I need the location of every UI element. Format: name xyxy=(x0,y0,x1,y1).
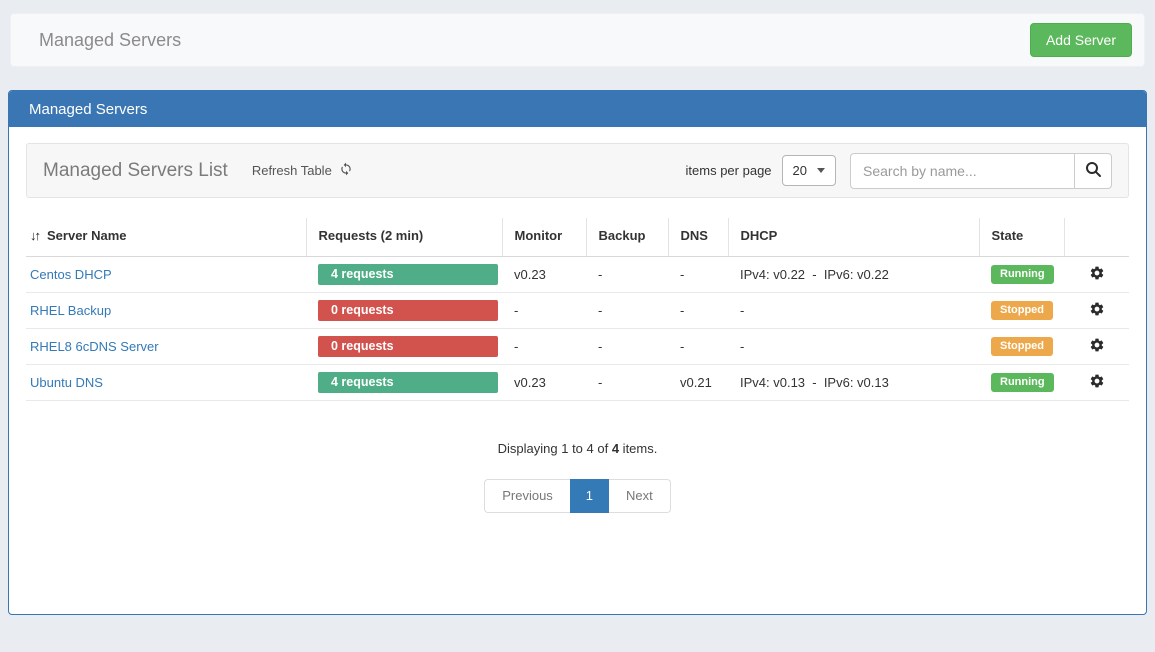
items-per-page-label: items per page xyxy=(686,163,772,178)
total-items-count: 4 xyxy=(612,441,619,456)
cell-server-name: RHEL Backup xyxy=(26,293,306,329)
cell-requests: 0 requests xyxy=(306,329,502,365)
server-name-link[interactable]: Ubuntu DNS xyxy=(30,375,103,390)
pagination-next-button[interactable]: Next xyxy=(609,479,671,513)
table-row: Ubuntu DNS 4 requests v0.23 - v0.21 IPv4… xyxy=(26,365,1129,401)
cell-backup: - xyxy=(586,329,668,365)
cell-monitor: v0.23 xyxy=(502,365,586,401)
requests-badge: 4 requests xyxy=(318,264,498,285)
cell-actions xyxy=(1064,257,1129,293)
panel-header: Managed Servers xyxy=(9,91,1146,127)
cell-monitor: - xyxy=(502,293,586,329)
items-per-page-select[interactable]: 20 xyxy=(782,155,836,186)
search-button[interactable] xyxy=(1074,153,1112,189)
cell-dhcp: IPv4: v0.13 - IPv6: v0.13 xyxy=(728,365,979,401)
list-title: Managed Servers List xyxy=(43,160,228,182)
column-header-state: State xyxy=(979,218,1064,257)
state-badge: Running xyxy=(991,373,1054,392)
cell-dhcp: - xyxy=(728,293,979,329)
column-header-monitor: Monitor xyxy=(502,218,586,257)
server-settings-button[interactable] xyxy=(1087,371,1107,394)
requests-badge: 4 requests xyxy=(318,372,498,393)
server-name-link[interactable]: Centos DHCP xyxy=(30,267,112,282)
top-bar: Managed Servers Add Server xyxy=(10,13,1145,67)
refresh-table-button[interactable]: Refresh Table xyxy=(252,162,353,179)
cell-requests: 4 requests xyxy=(306,365,502,401)
server-settings-button[interactable] xyxy=(1087,263,1107,286)
cell-server-name: Ubuntu DNS xyxy=(26,365,306,401)
search-group xyxy=(850,153,1112,189)
requests-badge: 0 requests xyxy=(318,336,498,357)
cell-dns: - xyxy=(668,329,728,365)
requests-badge: 0 requests xyxy=(318,300,498,321)
cell-requests: 4 requests xyxy=(306,257,502,293)
table-row: RHEL8 6cDNS Server 0 requests - - - - St… xyxy=(26,329,1129,365)
cell-requests: 0 requests xyxy=(306,293,502,329)
cell-backup: - xyxy=(586,257,668,293)
cell-dhcp: - xyxy=(728,329,979,365)
page-title: Managed Servers xyxy=(39,30,181,51)
cell-server-name: RHEL8 6cDNS Server xyxy=(26,329,306,365)
gear-icon xyxy=(1089,377,1105,392)
pagination: Previous 1 Next xyxy=(26,479,1129,513)
cell-monitor: - xyxy=(502,329,586,365)
gear-icon xyxy=(1089,305,1105,320)
table-row: Centos DHCP 4 requests v0.23 - - IPv4: v… xyxy=(26,257,1129,293)
search-input[interactable] xyxy=(850,153,1074,189)
refresh-table-label: Refresh Table xyxy=(252,163,332,178)
table-toolbar: Managed Servers List Refresh Table items… xyxy=(26,143,1129,198)
items-per-page-value: 20 xyxy=(793,163,807,178)
state-badge: Stopped xyxy=(991,337,1053,356)
cell-dns: v0.21 xyxy=(668,365,728,401)
chevron-down-icon xyxy=(817,168,825,173)
cell-state: Stopped xyxy=(979,293,1064,329)
server-name-link[interactable]: RHEL8 6cDNS Server xyxy=(30,339,159,354)
cell-actions xyxy=(1064,329,1129,365)
cell-dhcp: IPv4: v0.22 - IPv6: v0.22 xyxy=(728,257,979,293)
search-icon xyxy=(1085,161,1102,181)
managed-servers-panel: Managed Servers Managed Servers List Ref… xyxy=(8,90,1147,615)
server-settings-button[interactable] xyxy=(1087,299,1107,322)
server-settings-button[interactable] xyxy=(1087,335,1107,358)
cell-monitor: v0.23 xyxy=(502,257,586,293)
state-badge: Stopped xyxy=(991,301,1053,320)
cell-actions xyxy=(1064,365,1129,401)
gear-icon xyxy=(1089,269,1105,284)
sort-icon: ↓↑ xyxy=(30,228,39,243)
servers-table: ↓↑Server Name Requests (2 min) Monitor B… xyxy=(26,218,1129,401)
add-server-button[interactable]: Add Server xyxy=(1030,23,1132,57)
gear-icon xyxy=(1089,341,1105,356)
column-header-requests: Requests (2 min) xyxy=(306,218,502,257)
column-header-actions xyxy=(1064,218,1129,257)
cell-backup: - xyxy=(586,365,668,401)
pagination-previous-button[interactable]: Previous xyxy=(484,479,570,513)
refresh-icon xyxy=(339,162,353,179)
cell-state: Running xyxy=(979,365,1064,401)
table-header-row: ↓↑Server Name Requests (2 min) Monitor B… xyxy=(26,218,1129,257)
cell-dns: - xyxy=(668,293,728,329)
cell-actions xyxy=(1064,293,1129,329)
column-header-backup: Backup xyxy=(586,218,668,257)
table-row: RHEL Backup 0 requests - - - - Stopped xyxy=(26,293,1129,329)
column-header-dns: DNS xyxy=(668,218,728,257)
pagination-page-1-button[interactable]: 1 xyxy=(570,479,609,513)
cell-server-name: Centos DHCP xyxy=(26,257,306,293)
cell-dns: - xyxy=(668,257,728,293)
column-header-server-name[interactable]: ↓↑Server Name xyxy=(26,218,306,257)
cell-backup: - xyxy=(586,293,668,329)
results-summary: Displaying 1 to 4 of 4 items. xyxy=(26,441,1129,456)
server-name-link[interactable]: RHEL Backup xyxy=(30,303,111,318)
state-badge: Running xyxy=(991,265,1054,284)
cell-state: Running xyxy=(979,257,1064,293)
column-header-dhcp: DHCP xyxy=(728,218,979,257)
panel-body: Managed Servers List Refresh Table items… xyxy=(9,127,1146,529)
cell-state: Stopped xyxy=(979,329,1064,365)
